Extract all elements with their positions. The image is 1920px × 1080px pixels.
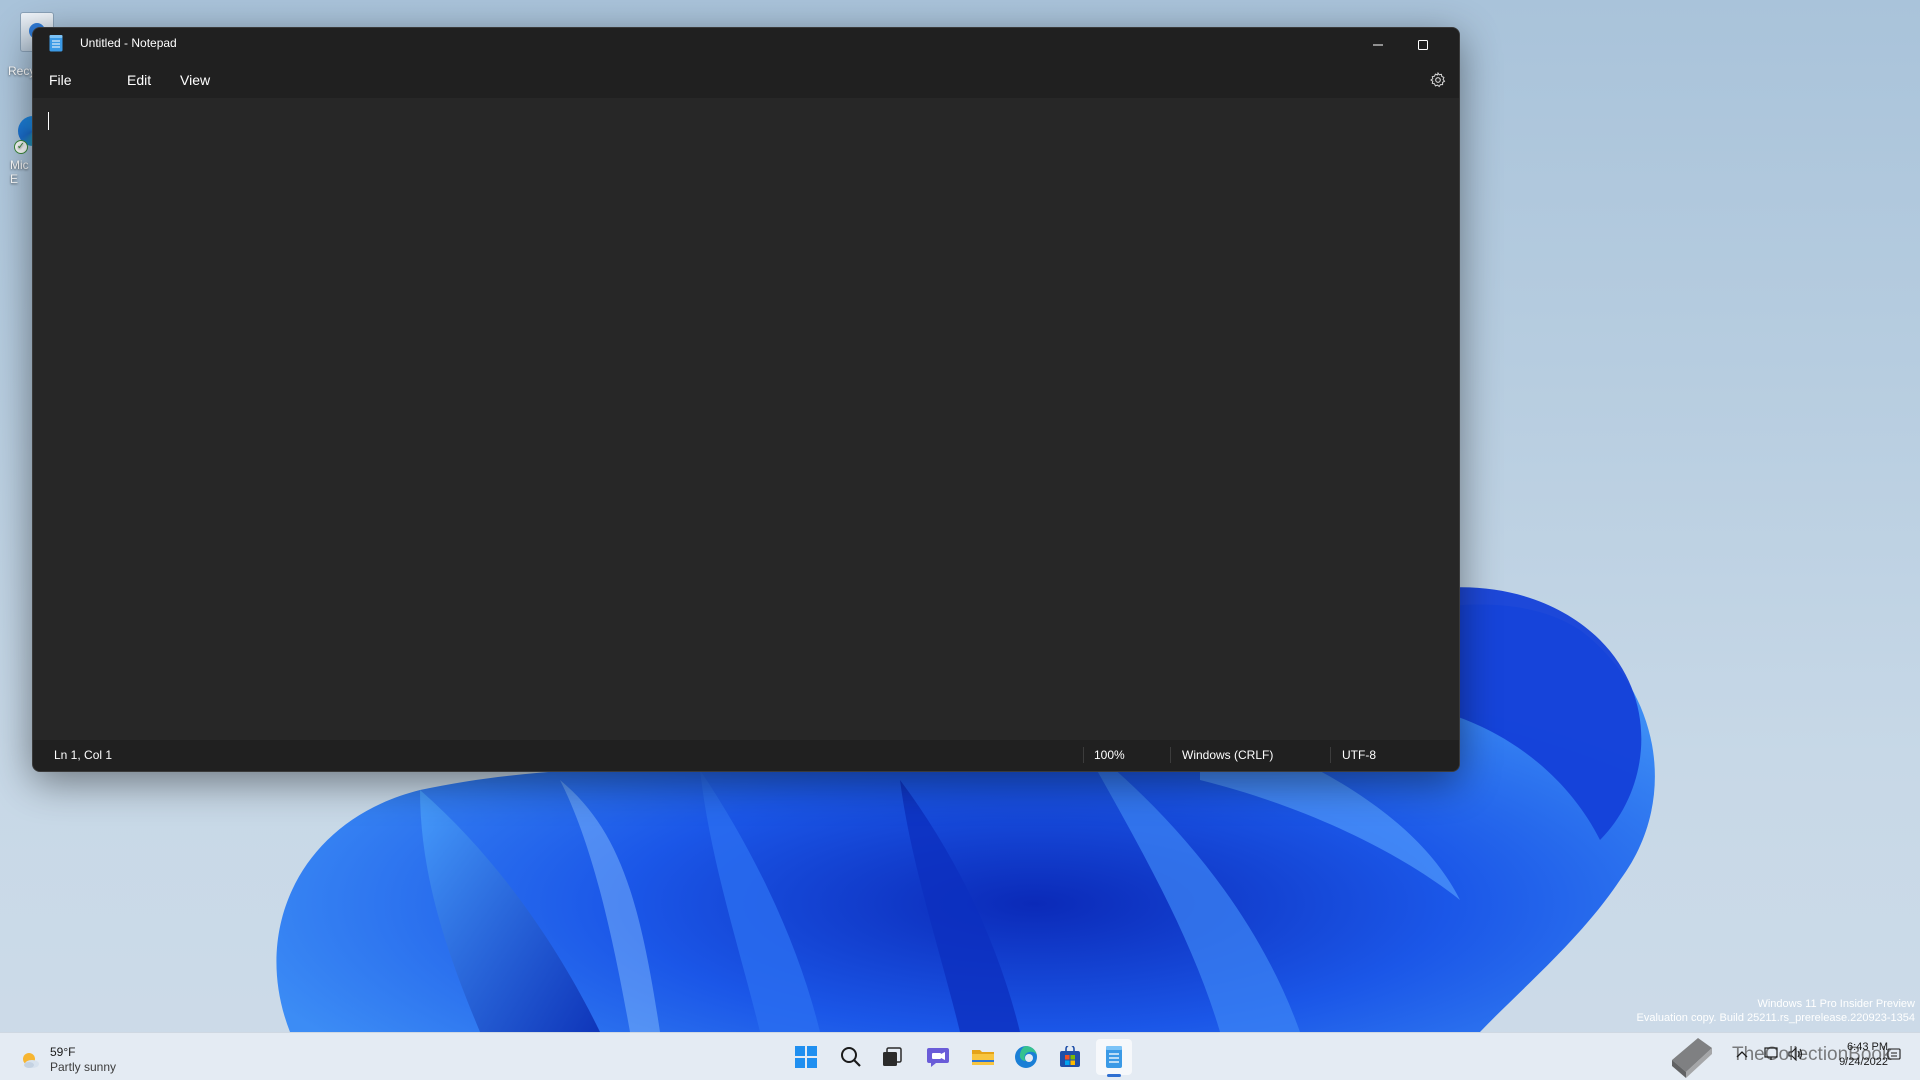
menu-edit[interactable]: Edit xyxy=(117,66,161,94)
search-button[interactable] xyxy=(833,1039,869,1075)
desktop-icon-label: Mic E xyxy=(10,158,29,186)
status-divider xyxy=(1083,747,1084,763)
search-icon xyxy=(841,1047,861,1067)
clock-date: 9/24/2022 xyxy=(1839,1056,1888,1068)
text-editor[interactable] xyxy=(33,98,1459,742)
watermark-line-2: Evaluation copy. Build 25211.rs_prerelea… xyxy=(1636,1012,1915,1024)
gear-icon xyxy=(1430,72,1446,88)
chat-icon xyxy=(927,1048,949,1067)
file-explorer-icon xyxy=(972,1050,994,1065)
minimize-button[interactable] xyxy=(1355,28,1401,62)
network-icon xyxy=(1764,1047,1778,1060)
taskbar: 59°F Partly sunny xyxy=(0,1032,1920,1080)
checkmark-icon: ✓ xyxy=(14,140,28,154)
network-button[interactable] xyxy=(1764,1046,1780,1062)
settings-button[interactable] xyxy=(1427,69,1449,91)
active-app-indicator xyxy=(1107,1074,1121,1077)
close-button[interactable] xyxy=(1445,28,1459,62)
show-hidden-icons-button[interactable] xyxy=(1734,1046,1750,1062)
notepad-icon xyxy=(49,35,63,52)
chat-button[interactable] xyxy=(920,1039,956,1075)
clock-time: 6:43 PM xyxy=(1847,1041,1888,1053)
maximize-button[interactable] xyxy=(1400,28,1446,62)
cursor-position: Ln 1, Col 1 xyxy=(54,748,113,762)
watermark-line-1: Windows 11 Pro Insider Preview xyxy=(1757,998,1915,1010)
weather-temperature: 59°F xyxy=(50,1045,76,1059)
edge-button[interactable] xyxy=(1008,1039,1044,1075)
evaluation-watermark: Windows 11 Pro Insider Preview Evaluatio… xyxy=(1637,997,1915,1025)
window-title: Untitled - Notepad xyxy=(80,36,177,50)
store-button[interactable] xyxy=(1052,1039,1088,1075)
maximize-icon xyxy=(1418,40,1428,50)
menu-bar: File Edit View xyxy=(33,62,1459,98)
line-ending: Windows (CRLF) xyxy=(1182,748,1274,762)
encoding: UTF-8 xyxy=(1342,748,1376,762)
volume-icon xyxy=(1788,1047,1803,1061)
volume-button[interactable] xyxy=(1788,1046,1804,1062)
notepad-icon xyxy=(1106,1046,1122,1068)
partly-sunny-icon xyxy=(23,1053,39,1068)
task-view-icon xyxy=(883,1047,902,1066)
task-view-button[interactable] xyxy=(874,1039,910,1075)
start-button[interactable] xyxy=(788,1039,824,1075)
notification-icon xyxy=(1887,1048,1901,1060)
file-explorer-button[interactable] xyxy=(965,1039,1001,1075)
notifications-button[interactable] xyxy=(1886,1046,1902,1062)
menu-view[interactable]: View xyxy=(170,66,220,94)
status-divider xyxy=(1330,747,1331,763)
minimize-icon xyxy=(1373,44,1383,46)
edge-icon xyxy=(1015,1046,1037,1068)
chevron-up-icon xyxy=(1736,1051,1748,1058)
start-icon xyxy=(795,1046,817,1068)
text-caret xyxy=(48,112,49,130)
status-divider xyxy=(1170,747,1171,763)
notepad-window: Untitled - Notepad File Edit View Ln 1, … xyxy=(32,27,1460,772)
notepad-taskbar-button[interactable] xyxy=(1096,1039,1132,1075)
zoom-level: 100% xyxy=(1094,748,1125,762)
store-icon xyxy=(1060,1046,1080,1067)
status-bar: Ln 1, Col 1 100% Windows (CRLF) UTF-8 xyxy=(33,740,1459,771)
weather-condition: Partly sunny xyxy=(50,1060,117,1074)
menu-file[interactable]: File xyxy=(39,66,82,94)
book-logo-icon xyxy=(1672,1038,1712,1078)
clock[interactable]: 6:43 PM 9/24/2022 xyxy=(1820,1040,1888,1070)
weather-widget[interactable]: 59°F Partly sunny xyxy=(18,1040,178,1076)
